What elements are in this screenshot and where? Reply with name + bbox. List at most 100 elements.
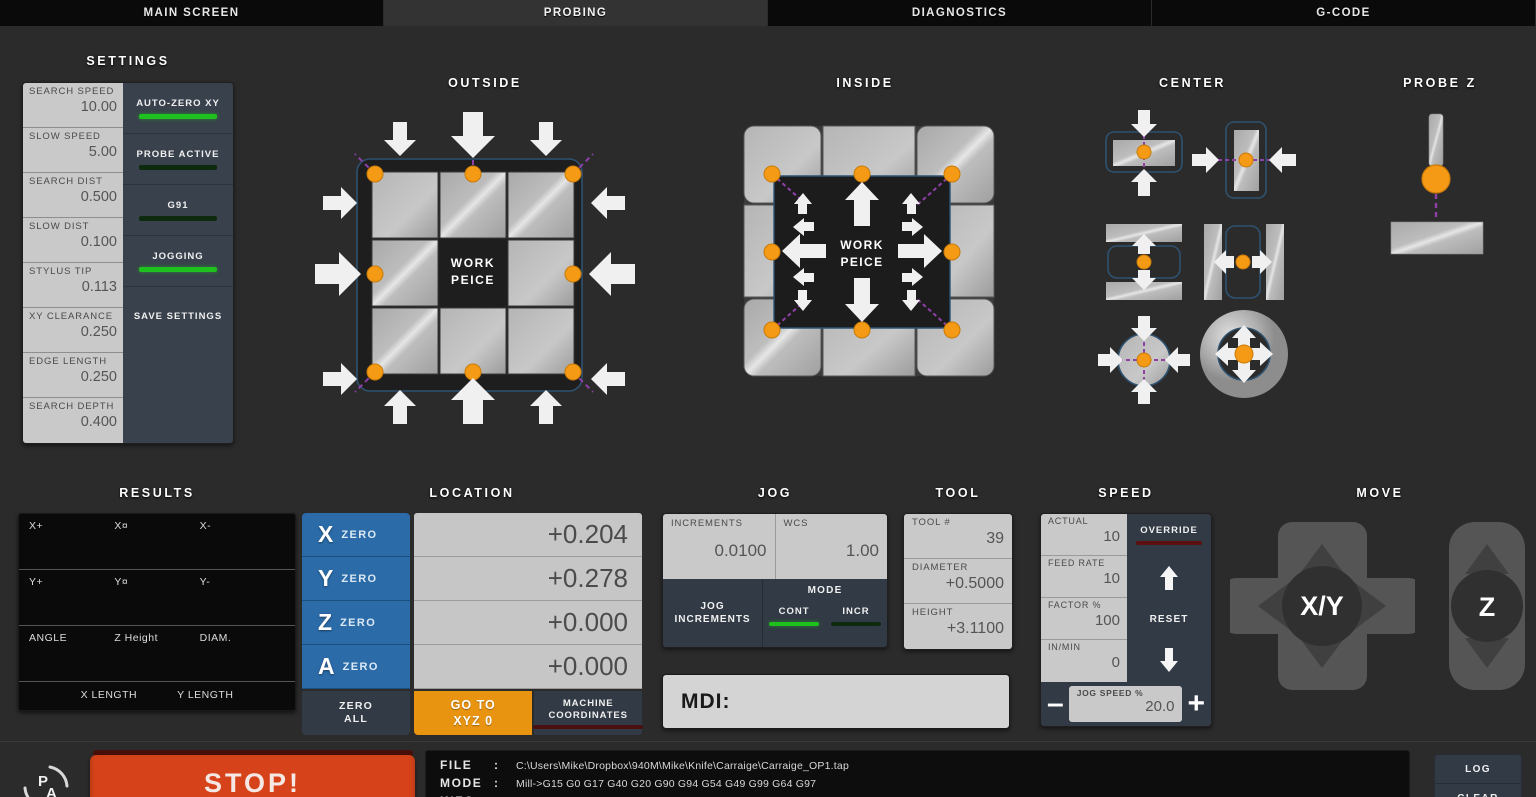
toggle-jogging[interactable]: JOGGING — [123, 236, 233, 287]
tool-number-value: 39 — [986, 530, 1004, 547]
location-action-buttons: GO TO XYZ 0 MACHINE COORDINATES — [414, 691, 644, 735]
tab-main-screen[interactable]: MAIN SCREEN — [0, 0, 384, 26]
toggle-g91[interactable]: G91 — [123, 185, 233, 236]
jog-wcs-field[interactable]: WCS 1.00 — [775, 514, 887, 579]
zero-all-line2: ALL — [343, 713, 368, 725]
jog-speed-field[interactable]: JOG SPEED % 20.0 — [1068, 686, 1183, 722]
info-row-file: FILE : C:\Users\Mike\Dropbox\940M\Mike\K… — [440, 758, 1409, 776]
outside-diagram: WORK PEICE — [300, 104, 670, 424]
machine-coordinates-button[interactable]: MACHINE COORDINATES — [533, 691, 644, 735]
jog-controls: JOG INCREMENTS MODE CONT INCR — [663, 579, 887, 647]
bottom-bar: P A STOP! FILE : C:\Users\Mike\Dropbox\9… — [0, 741, 1536, 797]
center-icon-inside-x — [1203, 224, 1284, 300]
outside-probing-panel: OUTSIDE WORK PEICE — [300, 76, 670, 424]
save-settings-button[interactable]: SAVE SETTINGS — [123, 287, 233, 345]
zero-x-button[interactable]: X ZERO — [302, 513, 410, 557]
zero-a-button[interactable]: A ZERO — [302, 645, 410, 689]
toggle-auto-zero-xy[interactable]: AUTO-ZERO XY — [123, 83, 233, 134]
speed-feedrate-label: FEED RATE — [1048, 558, 1106, 568]
setting-slow-dist[interactable]: SLOW DIST 0.100 — [23, 218, 123, 263]
zero-all-button[interactable]: ZERO ALL — [302, 691, 410, 735]
xy-pad-label: X/Y — [1300, 591, 1344, 621]
jog-mode-cont-indicator — [769, 622, 820, 626]
result-label-y-center: Y¤ — [114, 576, 129, 588]
tab-diagnostics[interactable]: DIAGNOSTICS — [768, 0, 1152, 26]
speed-panel: SPEED ACTUAL 10 FEED RATE 10 FACTOR % 10… — [1040, 486, 1212, 727]
jog-increments-field[interactable]: INCREMENTS 0.0100 — [663, 514, 776, 579]
svg-text:WORK: WORK — [840, 238, 884, 252]
setting-stylus-tip[interactable]: STYLUS TIP 0.113 — [23, 263, 123, 308]
z-pad-label: Z — [1479, 592, 1496, 622]
jog-box: INCREMENTS 0.0100 WCS 1.00 JOG INCREMENT… — [662, 513, 888, 648]
jog-speed-increment-button[interactable]: + — [1187, 689, 1205, 719]
speed-inmin-field: IN/MIN 0 — [1041, 640, 1127, 682]
setting-label: SEARCH DEPTH — [29, 401, 115, 412]
tool-number-label: TOOL # — [912, 517, 951, 528]
speed-feedrate-value: 10 — [1103, 570, 1120, 587]
dro-x-value[interactable]: +0.204 — [414, 513, 642, 557]
location-readouts: +0.204 +0.278 +0.000 +0.000 GO TO XYZ 0 … — [414, 513, 644, 735]
tool-diameter-field[interactable]: DIAMETER +0.5000 — [904, 559, 1012, 604]
results-title: RESULTS — [119, 486, 195, 500]
setting-xy-clearance[interactable]: XY CLEARANCE 0.250 — [23, 308, 123, 353]
setting-value: 0.400 — [80, 414, 117, 430]
jog-increments-button[interactable]: JOG INCREMENTS — [663, 579, 764, 647]
tool-number-field[interactable]: TOOL # 39 — [904, 514, 1012, 559]
settings-fields: SEARCH SPEED 10.00 SLOW SPEED 5.00 SEARC… — [23, 83, 123, 443]
speed-reset-button[interactable]: RESET — [1127, 598, 1211, 640]
dro-y-value[interactable]: +0.278 — [414, 557, 642, 601]
speed-increase-button[interactable] — [1127, 556, 1211, 598]
outside-title: OUTSIDE — [448, 76, 522, 90]
center-icon-inside-y — [1105, 224, 1182, 300]
jog-speed-label: JOG SPEED % — [1076, 688, 1144, 698]
tab-probing[interactable]: PROBING — [384, 0, 768, 26]
zero-z-button[interactable]: Z ZERO — [302, 601, 410, 645]
setting-search-dist[interactable]: SEARCH DIST 0.500 — [23, 173, 123, 218]
probe-z-diagram — [1360, 104, 1520, 284]
dro-z-value[interactable]: +0.000 — [414, 601, 642, 645]
tool-height-label: HEIGHT — [912, 607, 954, 618]
jog-speed-decrement-button[interactable]: – — [1047, 689, 1064, 719]
speed-feedrate-field[interactable]: FEED RATE 10 — [1041, 556, 1127, 598]
tool-height-field[interactable]: HEIGHT +3.1100 — [904, 604, 1012, 649]
jog-panel: JOG INCREMENTS 0.0100 WCS 1.00 JOG INCRE… — [662, 486, 888, 648]
speed-factor-field[interactable]: FACTOR % 100 — [1041, 598, 1127, 640]
setting-slow-speed[interactable]: SLOW SPEED 5.00 — [23, 128, 123, 173]
stop-button[interactable]: STOP! — [90, 755, 415, 797]
location-body: X ZERO Y ZERO Z ZERO A ZERO ZERO ALL +0.… — [302, 513, 644, 735]
setting-label: SEARCH DIST — [29, 176, 103, 187]
log-button[interactable]: LOG — [1435, 755, 1521, 784]
speed-override-indicator — [1136, 541, 1202, 545]
jog-increments-label: INCREMENTS — [671, 518, 743, 529]
mdi-input[interactable]: MDI: — [662, 674, 1010, 729]
probe-z-svg — [1390, 113, 1484, 255]
speed-main: ACTUAL 10 FEED RATE 10 FACTOR % 100 IN/M… — [1041, 514, 1211, 682]
settings-title: SETTINGS — [86, 54, 170, 68]
jog-increments-btn-line2: INCREMENTS — [674, 614, 751, 625]
setting-search-speed[interactable]: SEARCH SPEED 10.00 — [23, 83, 123, 128]
speed-decrease-button[interactable] — [1127, 640, 1211, 682]
speed-override-toggle[interactable]: OVERRIDE — [1127, 514, 1211, 556]
jog-mode-incr-button[interactable]: INCR — [825, 606, 887, 626]
toggle-label: AUTO-ZERO XY — [136, 97, 220, 109]
machine-line2: COORDINATES — [548, 710, 628, 721]
setting-value: 0.250 — [80, 369, 117, 385]
tab-gcode[interactable]: G-CODE — [1152, 0, 1536, 26]
result-label-angle: ANGLE — [29, 632, 68, 644]
svg-text:PEICE: PEICE — [840, 255, 883, 269]
clear-button[interactable]: CLEAR — [1435, 784, 1521, 797]
jog-mode-cont-button[interactable]: CONT — [763, 606, 825, 626]
tool-box: TOOL # 39 DIAMETER +0.5000 HEIGHT +3.110… — [903, 513, 1013, 650]
dro-a-value[interactable]: +0.000 — [414, 645, 642, 689]
settings-toggles: AUTO-ZERO XY PROBE ACTIVE G91 JOGGING SA… — [123, 83, 233, 443]
center-title: CENTER — [1159, 76, 1226, 90]
setting-label: SEARCH SPEED — [29, 86, 115, 97]
toggle-probe-active[interactable]: PROBE ACTIVE — [123, 134, 233, 185]
toggle-indicator — [139, 164, 217, 170]
setting-edge-length[interactable]: EDGE LENGTH 0.250 — [23, 353, 123, 398]
setting-search-depth[interactable]: SEARCH DEPTH 0.400 — [23, 398, 123, 443]
result-label-x-length: X LENGTH — [80, 689, 138, 701]
zero-y-button[interactable]: Y ZERO — [302, 557, 410, 601]
center-icon-boss — [1097, 316, 1190, 404]
goto-xyz-zero-button[interactable]: GO TO XYZ 0 — [414, 691, 533, 735]
